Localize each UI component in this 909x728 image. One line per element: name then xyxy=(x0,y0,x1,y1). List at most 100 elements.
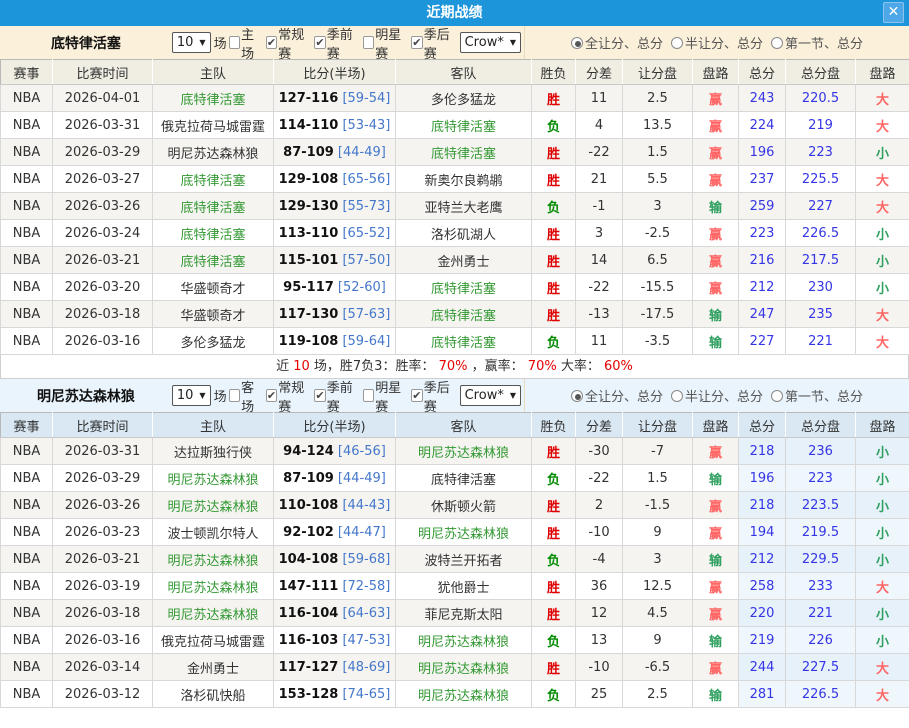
table-row: NBA 2026-03-31 俄克拉荷马城雷霆 114-110 [53-43] … xyxy=(1,112,909,139)
half-score: [74-65] xyxy=(342,687,390,702)
radio-circle-icon[interactable] xyxy=(671,37,683,49)
header-row: 赛事 比赛时间 主队 比分(半场) 客队 胜负 分差 让分盘 盘路 总分 总分盘… xyxy=(1,60,909,85)
handicap-result: 赢 xyxy=(709,174,722,189)
radio-option[interactable]: 全让分、总分 xyxy=(571,386,663,405)
column-header: 分差 xyxy=(576,60,623,85)
radio-option[interactable]: 第一节、总分 xyxy=(771,386,863,405)
cell-total-points: 258 xyxy=(739,573,786,600)
filter-checkbox[interactable]: ✔ 常规赛 xyxy=(266,377,312,415)
cell-league: NBA xyxy=(1,139,53,166)
filter-checkbox[interactable]: ✔ 明星赛 xyxy=(363,24,409,62)
over-under: 小 xyxy=(876,527,889,542)
cell-point-diff: 11 xyxy=(576,85,623,112)
home-team: 明尼苏达森林狼 xyxy=(167,581,258,596)
cell-total-line: 227.5 xyxy=(786,654,856,681)
checkbox-box-icon[interactable]: ✔ xyxy=(363,36,375,49)
filter-checkbox[interactable]: ✔ 明星赛 xyxy=(363,377,409,415)
filter-checkbox[interactable]: ✔ 季后赛 xyxy=(411,377,457,415)
checkbox-box-icon[interactable]: ✔ xyxy=(411,389,423,402)
radio-label: 第一节、总分 xyxy=(785,386,863,405)
filter-checkbox[interactable]: ✔ 客场 xyxy=(229,377,264,415)
cell-handicap-line: -17.5 xyxy=(623,301,693,328)
filter-checkbox[interactable]: ✔ 季前赛 xyxy=(314,377,360,415)
games-suffix-label: 场 xyxy=(214,33,227,52)
checkbox-box-icon[interactable]: ✔ xyxy=(229,389,241,402)
column-header: 盘路 xyxy=(856,60,909,85)
cell-home-team: 明尼苏达森林狼 xyxy=(153,546,274,573)
filter-left-zone: 明尼苏达森林狼 10▼ 场 ✔ 客场 ✔ 常规赛 ✔ 季前赛 ✔ 明星赛 ✔ 季… xyxy=(0,379,524,412)
radio-circle-icon[interactable] xyxy=(571,37,583,49)
column-header: 总分盘 xyxy=(786,60,856,85)
win-loss: 胜 xyxy=(547,527,560,542)
summary-segment: 60% xyxy=(604,359,633,374)
cell-handicap-result: 输 xyxy=(693,546,739,573)
games-count-select[interactable]: 10▼ xyxy=(172,32,211,53)
checkbox-box-icon[interactable]: ✔ xyxy=(314,36,326,49)
source-select[interactable]: Crow*▼ xyxy=(460,385,521,406)
summary-segment: 场，胜7负3：胜率： xyxy=(314,359,435,374)
radio-circle-icon[interactable] xyxy=(771,37,783,49)
over-under: 小 xyxy=(876,500,889,515)
home-team: 华盛顿奇才 xyxy=(180,309,245,324)
checkbox-box-icon[interactable]: ✔ xyxy=(363,389,375,402)
cell-handicap-result: 赢 xyxy=(693,247,739,274)
games-count-value: 10 xyxy=(177,35,194,50)
over-under: 小 xyxy=(876,228,889,243)
cell-total-line: 227 xyxy=(786,193,856,220)
radio-option[interactable]: 第一节、总分 xyxy=(771,33,863,52)
win-loss: 负 xyxy=(547,120,560,135)
pistons-summary-row: 近 10 场，胜7负3：胜率： 70% ，赢率： 70% 大率： 60% xyxy=(0,355,909,379)
radio-option[interactable]: 半让分、总分 xyxy=(671,33,763,52)
half-score: [59-64] xyxy=(342,334,390,349)
full-score: 115-101 xyxy=(279,253,339,268)
radio-circle-icon[interactable] xyxy=(571,390,583,402)
radio-option[interactable]: 全让分、总分 xyxy=(571,33,663,52)
check-icon: ✔ xyxy=(267,37,276,48)
cell-win-loss: 负 xyxy=(532,112,576,139)
cell-date: 2026-03-29 xyxy=(53,465,153,492)
cell-handicap-result: 赢 xyxy=(693,139,739,166)
cell-over-under: 小 xyxy=(856,139,909,166)
checkbox-box-icon[interactable]: ✔ xyxy=(266,36,278,49)
cell-date: 2026-03-18 xyxy=(53,301,153,328)
handicap-result: 输 xyxy=(709,336,722,351)
away-team: 金州勇士 xyxy=(437,255,489,270)
checkbox-box-icon[interactable]: ✔ xyxy=(266,389,278,402)
cell-league: NBA xyxy=(1,112,53,139)
header-row: 赛事 比赛时间 主队 比分(半场) 客队 胜负 分差 让分盘 盘路 总分 总分盘… xyxy=(1,413,909,438)
checkbox-label: 季后赛 xyxy=(424,377,458,415)
cell-win-loss: 胜 xyxy=(532,492,576,519)
filter-checkbox[interactable]: ✔ 常规赛 xyxy=(266,24,312,62)
cell-date: 2026-03-18 xyxy=(53,600,153,627)
table-row: NBA 2026-03-26 明尼苏达森林狼 110-108 [44-43] 休… xyxy=(1,492,909,519)
table-row: NBA 2026-03-23 波士顿凯尔特人 92-102 [44-47] 明尼… xyxy=(1,519,909,546)
cell-score: 119-108 [59-64] xyxy=(274,328,396,355)
checkbox-box-icon[interactable]: ✔ xyxy=(314,389,326,402)
table-row: NBA 2026-03-20 华盛顿奇才 95-117 [52-60] 底特律活… xyxy=(1,274,909,301)
cell-win-loss: 胜 xyxy=(532,274,576,301)
cell-home-team: 华盛顿奇才 xyxy=(153,301,274,328)
filter-checkbox[interactable]: ✔ 季前赛 xyxy=(314,24,360,62)
radio-circle-icon[interactable] xyxy=(671,390,683,402)
checkbox-box-icon[interactable]: ✔ xyxy=(229,36,241,49)
filter-checkbox[interactable]: ✔ 季后赛 xyxy=(411,24,457,62)
cell-away-team: 金州勇士 xyxy=(396,247,532,274)
source-select[interactable]: Crow*▼ xyxy=(460,32,521,53)
radio-circle-icon[interactable] xyxy=(771,390,783,402)
close-button[interactable]: ✕ xyxy=(883,2,904,23)
win-loss: 胜 xyxy=(547,309,560,324)
away-team: 底特律活塞 xyxy=(431,473,496,488)
games-count-select[interactable]: 10▼ xyxy=(172,385,211,406)
radio-option[interactable]: 半让分、总分 xyxy=(671,386,763,405)
half-score: [44-47] xyxy=(338,525,386,540)
popup-title: 近期战绩 xyxy=(0,0,909,26)
filter-checkbox[interactable]: ✔ 主场 xyxy=(229,24,264,62)
cell-score: 117-130 [57-63] xyxy=(274,301,396,328)
radio-label: 全让分、总分 xyxy=(585,386,663,405)
cell-date: 2026-03-24 xyxy=(53,220,153,247)
checkbox-box-icon[interactable]: ✔ xyxy=(411,36,423,49)
cell-home-team: 波士顿凯尔特人 xyxy=(153,519,274,546)
cell-handicap-result: 赢 xyxy=(693,274,739,301)
cell-score: 153-128 [74-65] xyxy=(274,681,396,708)
cell-away-team: 明尼苏达森林狼 xyxy=(396,519,532,546)
